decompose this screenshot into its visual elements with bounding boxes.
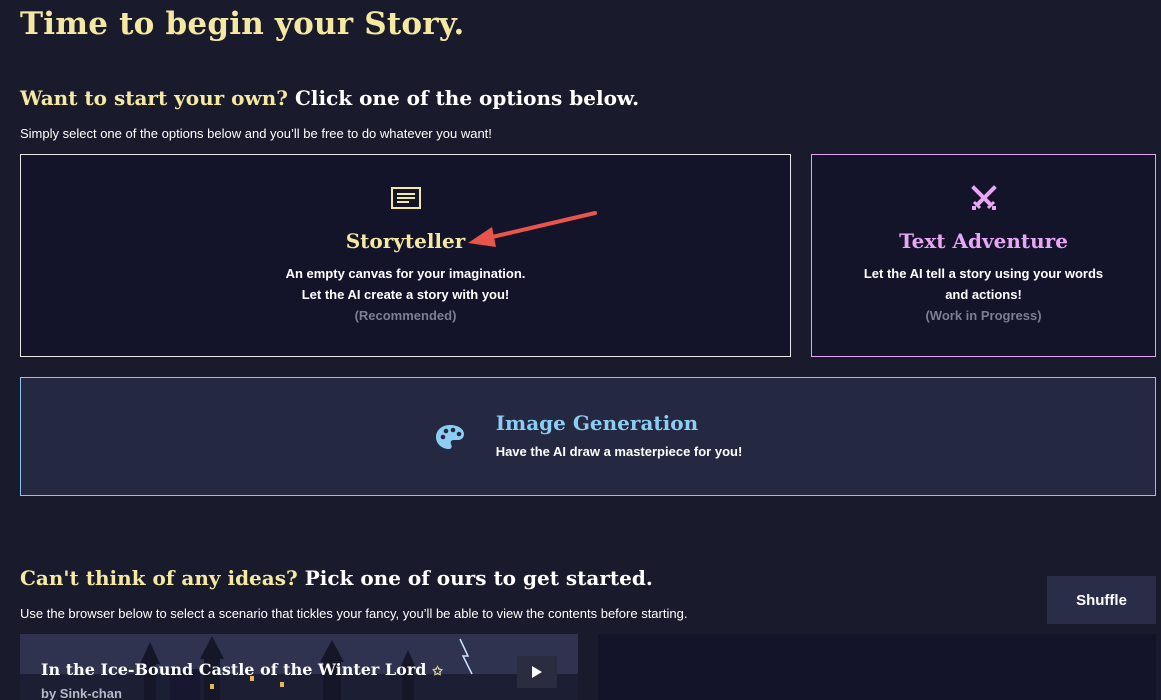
storyteller-desc-line1: An empty canvas for your imagination.: [285, 266, 526, 281]
play-icon: [532, 666, 542, 678]
scenario-card[interactable]: In the Ice-Bound Castle of the Winter Lo…: [20, 634, 578, 700]
crossed-swords-icon: [970, 185, 998, 211]
storyteller-card[interactable]: Storyteller An empty canvas for your ima…: [20, 154, 791, 357]
own-heading-rest: Click one of the options below.: [294, 86, 640, 110]
storyteller-note: (Recommended): [354, 308, 457, 323]
play-button[interactable]: [517, 656, 557, 688]
document-lines-icon: [390, 185, 421, 211]
storyteller-title: Storyteller: [345, 229, 466, 253]
image-generation-description: Have the AI draw a masterpiece for you!: [495, 444, 743, 459]
text-adventure-description: Let the AI tell a story using your words…: [864, 263, 1103, 305]
storyteller-description: An empty canvas for your imagination. Le…: [286, 263, 526, 305]
text-adventure-card[interactable]: Text Adventure Let the AI tell a story u…: [811, 154, 1156, 357]
ideas-section-subtitle: Use the browser below to select a scenar…: [20, 606, 688, 621]
scenario-detail-panel: [598, 634, 1156, 700]
text-adventure-desc-line2: and actions!: [945, 287, 1022, 302]
scenario-title-text: In the Ice-Bound Castle of the Winter Lo…: [41, 660, 427, 679]
text-adventure-title: Text Adventure: [899, 229, 1068, 253]
star-icon: ✩: [432, 664, 443, 678]
text-adventure-note: (Work in Progress): [925, 308, 1042, 323]
palette-icon: [434, 423, 466, 451]
storyteller-desc-line2: Let the AI create a story with you!: [301, 287, 510, 302]
ideas-section-heading: Can't think of any ideas? Pick one of ou…: [20, 566, 653, 590]
page-title: Time to begin your Story.: [20, 6, 465, 42]
text-adventure-desc-line1: Let the AI tell a story using your words: [863, 266, 1104, 281]
own-section-subtitle: Simply select one of the options below a…: [20, 126, 492, 141]
scenario-title: In the Ice-Bound Castle of the Winter Lo…: [41, 660, 443, 679]
own-heading-accent: Want to start your own?: [20, 86, 288, 110]
own-section-heading: Want to start your own? Click one of the…: [20, 86, 639, 110]
ideas-heading-accent: Can't think of any ideas?: [20, 566, 298, 590]
image-generation-title: Image Generation: [495, 411, 699, 435]
scenario-author: by Sink-chan: [41, 686, 122, 700]
ideas-heading-rest: Pick one of ours to get started.: [304, 566, 653, 590]
image-generation-card[interactable]: Image Generation Have the AI draw a mast…: [20, 377, 1156, 496]
shuffle-button[interactable]: Shuffle: [1047, 576, 1156, 624]
